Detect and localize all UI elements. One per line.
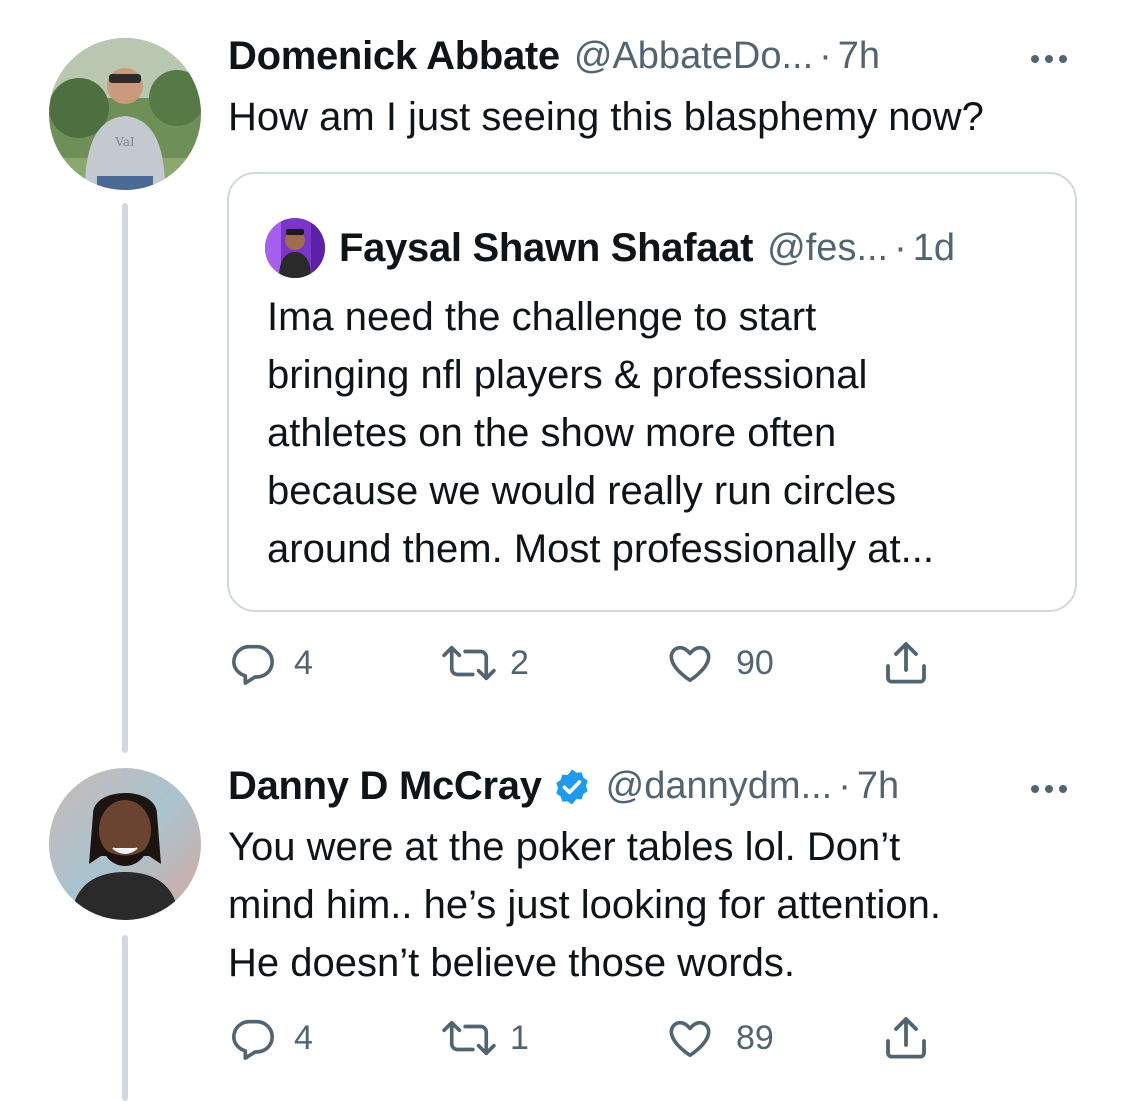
text-line: athletes on the show more often (267, 411, 837, 455)
text-line: bringing nfl players & professional (267, 353, 868, 397)
separator-dot: · (819, 35, 832, 77)
quoted-tweet-header: Faysal Shawn Shafaat @fes... · 1d (265, 218, 955, 278)
quoted-timestamp: 1d (912, 226, 956, 269)
retweet-button[interactable]: 2 (440, 633, 529, 693)
author-handle[interactable]: @dannydm... (606, 765, 833, 808)
svg-text:VaI: VaI (114, 135, 135, 149)
verified-badge-icon (552, 767, 592, 807)
like-count: 89 (736, 1018, 774, 1057)
tweet-text: How am I just seeing this blasphemy now? (228, 95, 984, 139)
quoted-author-handle: @fes... (767, 226, 889, 269)
text-line: around them. Most professionally at... (267, 527, 934, 571)
avatar-danny[interactable] (49, 768, 201, 920)
avatar-faysal (265, 218, 325, 278)
reply-icon (232, 1019, 274, 1060)
tweet-header: Danny D McCray @dannydm... · 7h (228, 764, 899, 809)
retweet-icon (442, 645, 496, 681)
share-icon (886, 1017, 926, 1059)
quoted-tweet-text: Ima need the challenge to start bringing… (267, 288, 1047, 578)
author-name[interactable]: Danny D McCray (228, 764, 542, 809)
text-line: He doesn’t believe those words. (228, 941, 795, 985)
author-handle[interactable]: @AbbateDo... (574, 35, 813, 78)
retweet-count: 2 (510, 643, 529, 682)
tweet-text: You were at the poker tables lol. Don’t … (228, 818, 1108, 992)
text-line: You were at the poker tables lol. Don’t (228, 825, 901, 869)
text-line: mind him.. he’s just looking for attenti… (228, 883, 941, 927)
like-icon (669, 1020, 711, 1058)
separator-dot: · (838, 765, 851, 807)
retweet-icon (442, 1020, 496, 1056)
quoted-author-name: Faysal Shawn Shafaat (339, 225, 754, 270)
like-button[interactable]: 89 (666, 1008, 774, 1068)
like-count: 90 (736, 643, 774, 682)
like-icon (669, 645, 711, 683)
retweet-count: 1 (510, 1018, 529, 1057)
reply-button[interactable]: 4 (230, 633, 313, 693)
thread-line-2 (122, 935, 128, 1101)
share-button[interactable] (882, 633, 930, 693)
quoted-tweet[interactable]: Faysal Shawn Shafaat @fes... · 1d Ima ne… (227, 172, 1077, 612)
reply-count: 4 (294, 1018, 313, 1057)
reply-icon (232, 644, 274, 685)
retweet-button[interactable]: 1 (440, 1008, 529, 1068)
timestamp[interactable]: 7h (838, 35, 880, 78)
more-icon[interactable] (1031, 785, 1067, 793)
share-button[interactable] (882, 1008, 930, 1068)
text-line: Ima need the challenge to start (267, 295, 817, 339)
tweet-header: Domenick Abbate @AbbateDo... · 7h (228, 34, 880, 79)
more-icon[interactable] (1031, 55, 1067, 63)
timestamp[interactable]: 7h (857, 765, 899, 808)
author-name[interactable]: Domenick Abbate (228, 34, 560, 79)
reply-button[interactable]: 4 (230, 1008, 313, 1068)
reply-count: 4 (294, 643, 313, 682)
like-button[interactable]: 90 (666, 633, 774, 693)
thread-line-1 (122, 203, 128, 753)
share-icon (886, 642, 926, 684)
avatar-domenick[interactable]: VaI (49, 38, 201, 190)
separator-dot: · (894, 226, 907, 269)
text-line: because we would really run circles (267, 469, 897, 513)
